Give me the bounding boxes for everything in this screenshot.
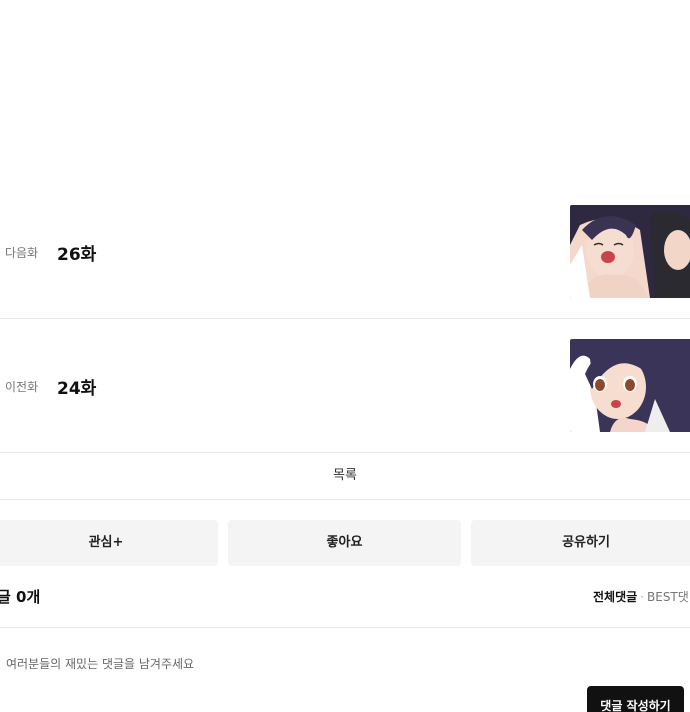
- previous-episode-title: 24화: [57, 379, 97, 399]
- comment-count: 글 0개: [0, 588, 41, 606]
- previous-episode-thumbnail[interactable]: [570, 339, 690, 432]
- like-button[interactable]: 좋아요: [228, 520, 461, 566]
- interest-button[interactable]: 관심+: [0, 520, 218, 566]
- tab-best-comments[interactable]: BEST댓: [647, 590, 689, 604]
- next-episode-thumbnail[interactable]: [570, 205, 690, 298]
- next-episode-row[interactable]: 다음화 26화: [0, 185, 690, 319]
- comment-input[interactable]: 여러분들의 재밌는 댓글을 남겨주세요: [6, 655, 194, 672]
- comment-sort-tabs: 전체댓글 · BEST댓: [593, 588, 689, 605]
- previous-episode-tag: 이전화: [5, 380, 39, 394]
- tab-separator: ·: [640, 590, 644, 604]
- previous-episode-row[interactable]: 이전화 24화: [0, 319, 690, 453]
- share-button[interactable]: 공유하기: [471, 520, 690, 566]
- write-comment-button[interactable]: 댓글 작성하기: [587, 686, 684, 712]
- next-episode-title: 26화: [57, 245, 97, 265]
- next-episode-tag: 다음화: [5, 246, 39, 260]
- episode-list-link[interactable]: 목록: [0, 453, 690, 500]
- comment-header: 글 0개 전체댓글 · BEST댓: [0, 584, 690, 628]
- tab-all-comments[interactable]: 전체댓글: [593, 590, 637, 604]
